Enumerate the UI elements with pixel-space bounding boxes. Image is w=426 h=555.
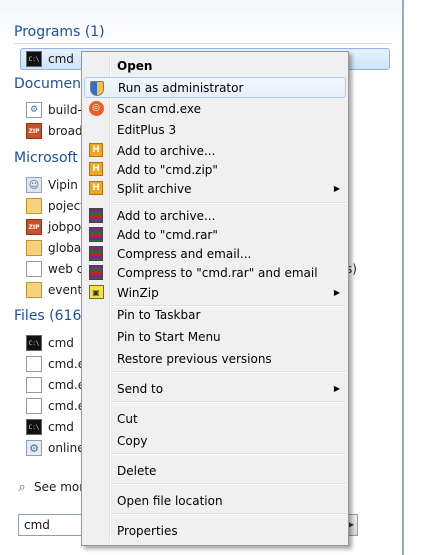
context-menu: Open Run as administrator ◎ Scan cmd.exe… xyxy=(81,51,349,546)
menu-item-label: Cut xyxy=(117,411,138,426)
batch-file-icon: ⚙ xyxy=(26,102,42,118)
menu-item-run-as-administrator[interactable]: Run as administrator xyxy=(84,77,346,98)
menu-item-add-to-archive-zip[interactable]: H Add to archive... xyxy=(84,140,346,161)
menu-item-label: Scan cmd.exe xyxy=(117,101,201,116)
menu-separator xyxy=(112,453,346,455)
menu-item-label: Split archive xyxy=(117,181,192,196)
document-icon xyxy=(26,261,42,277)
menu-item-label: Restore previous versions xyxy=(117,351,272,366)
menu-item-copy[interactable]: Copy xyxy=(84,430,346,451)
outlook-item-label: poject xyxy=(48,199,85,213)
contact-icon: ☺ xyxy=(26,177,42,193)
programs-divider xyxy=(14,43,392,44)
winrar-icon xyxy=(88,245,104,261)
menu-item-label: Add to archive... xyxy=(117,143,216,158)
submenu-arrow-icon: ▶ xyxy=(333,288,340,297)
menu-item-winzip[interactable]: ▣ WinZip ▶ xyxy=(84,282,346,303)
menu-separator xyxy=(112,513,346,515)
document-item[interactable]: ZIP broadc xyxy=(26,121,89,141)
menu-item-label: EditPlus 3 xyxy=(117,122,177,137)
submenu-arrow-icon: ▶ xyxy=(333,384,340,393)
menu-item-label: Compress to "cmd.rar" and email xyxy=(117,265,318,280)
outlook-item-label: global xyxy=(48,241,85,255)
menu-separator xyxy=(112,202,346,204)
document-item[interactable]: ⚙ build-i xyxy=(26,100,85,120)
menu-item-label: Run as administrator xyxy=(118,80,244,95)
cmd-icon: C:\ xyxy=(26,335,42,351)
menu-item-compress-to-rar-and-email[interactable]: Compress to "cmd.rar" and email xyxy=(84,262,346,283)
menu-item-label: Delete xyxy=(117,463,157,478)
menu-item-add-to-cmd-rar[interactable]: Add to "cmd.rar" xyxy=(84,224,346,245)
menu-item-delete[interactable]: Delete xyxy=(84,460,346,481)
gear-icon: ⚙ xyxy=(26,440,42,456)
menu-item-scan[interactable]: ◎ Scan cmd.exe xyxy=(84,98,346,119)
menu-item-label: Properties xyxy=(117,523,178,538)
outlook-item[interactable]: global xyxy=(26,238,85,258)
program-item-label: cmd xyxy=(48,52,74,66)
menu-item-open-file-location[interactable]: Open file location xyxy=(84,490,346,511)
menu-separator xyxy=(112,371,346,373)
programs-header[interactable]: Programs (1) xyxy=(14,24,105,40)
menu-item-label: Pin to Start Menu xyxy=(117,329,221,344)
outlook-item[interactable]: events xyxy=(26,280,88,300)
menu-item-compress-and-email[interactable]: Compress and email... xyxy=(84,243,346,264)
outlook-item[interactable]: ZIP jobpor xyxy=(26,217,86,237)
magnifier-icon: ⌕ xyxy=(18,479,26,495)
uac-shield-icon xyxy=(89,80,105,96)
menu-item-label: Send to xyxy=(117,381,164,396)
zip-icon: ZIP xyxy=(26,123,42,139)
menu-item-label: Copy xyxy=(117,433,148,448)
menu-item-send-to[interactable]: Send to ▶ xyxy=(84,378,346,399)
haozip-icon: H xyxy=(88,180,104,196)
menu-item-open[interactable]: Open xyxy=(84,55,346,76)
cmd-icon: C:\ xyxy=(26,419,42,435)
search-input[interactable]: cmd xyxy=(18,514,88,536)
see-more-link[interactable]: ⌕ See more xyxy=(14,479,91,495)
mail-icon xyxy=(26,240,42,256)
menu-item-label: Open xyxy=(117,58,153,73)
menu-item-label: Compress and email... xyxy=(117,246,252,261)
menu-item-cut[interactable]: Cut xyxy=(84,408,346,429)
file-item[interactable]: C:\ cmd xyxy=(26,333,74,353)
menu-item-add-to-archive-rar[interactable]: Add to archive... xyxy=(84,205,346,226)
menu-item-label: Add to archive... xyxy=(117,208,216,223)
mail-icon xyxy=(26,282,42,298)
antivirus-scan-icon: ◎ xyxy=(88,100,104,116)
document-icon xyxy=(26,356,42,372)
menu-separator xyxy=(112,401,346,403)
file-item-label: cmd xyxy=(48,336,74,350)
microsoft-header[interactable]: Microsoft xyxy=(14,150,78,166)
file-item-label: cmd xyxy=(48,420,74,434)
documents-header[interactable]: Document xyxy=(14,76,87,92)
winrar-icon xyxy=(88,207,104,223)
file-item[interactable]: C:\ cmd xyxy=(26,417,74,437)
winrar-icon xyxy=(88,226,104,242)
menu-item-pin-to-taskbar[interactable]: Pin to Taskbar xyxy=(84,304,346,325)
document-item-label: build-i xyxy=(48,103,86,117)
menu-item-label: Add to "cmd.rar" xyxy=(117,227,218,242)
menu-item-label: WinZip xyxy=(117,285,159,300)
menu-item-add-to-cmd-zip[interactable]: H Add to "cmd.zip" xyxy=(84,159,346,180)
submenu-arrow-icon: ▶ xyxy=(333,184,340,193)
haozip-icon: H xyxy=(88,142,104,158)
menu-item-label: Add to "cmd.zip" xyxy=(117,162,218,177)
files-header[interactable]: Files (616) xyxy=(14,308,87,324)
winzip-icon: ▣ xyxy=(88,284,104,300)
menu-item-pin-to-start-menu[interactable]: Pin to Start Menu xyxy=(84,326,346,347)
document-icon xyxy=(26,377,42,393)
mail-icon xyxy=(26,198,42,214)
menu-item-label: Open file location xyxy=(117,493,223,508)
menu-item-properties[interactable]: Properties xyxy=(84,520,346,541)
cmd-icon: C:\ xyxy=(26,51,42,67)
menu-item-editplus[interactable]: EditPlus 3 xyxy=(84,119,346,140)
menu-item-restore-previous-versions[interactable]: Restore previous versions xyxy=(84,348,346,369)
zip-icon: ZIP xyxy=(26,219,42,235)
menu-separator xyxy=(112,483,346,485)
menu-item-label: Pin to Taskbar xyxy=(117,307,201,322)
haozip-icon: H xyxy=(88,161,104,177)
outlook-item[interactable]: poject xyxy=(26,196,85,216)
winrar-icon xyxy=(88,264,104,280)
document-icon xyxy=(26,398,42,414)
menu-item-split-archive[interactable]: H Split archive ▶ xyxy=(84,178,346,199)
